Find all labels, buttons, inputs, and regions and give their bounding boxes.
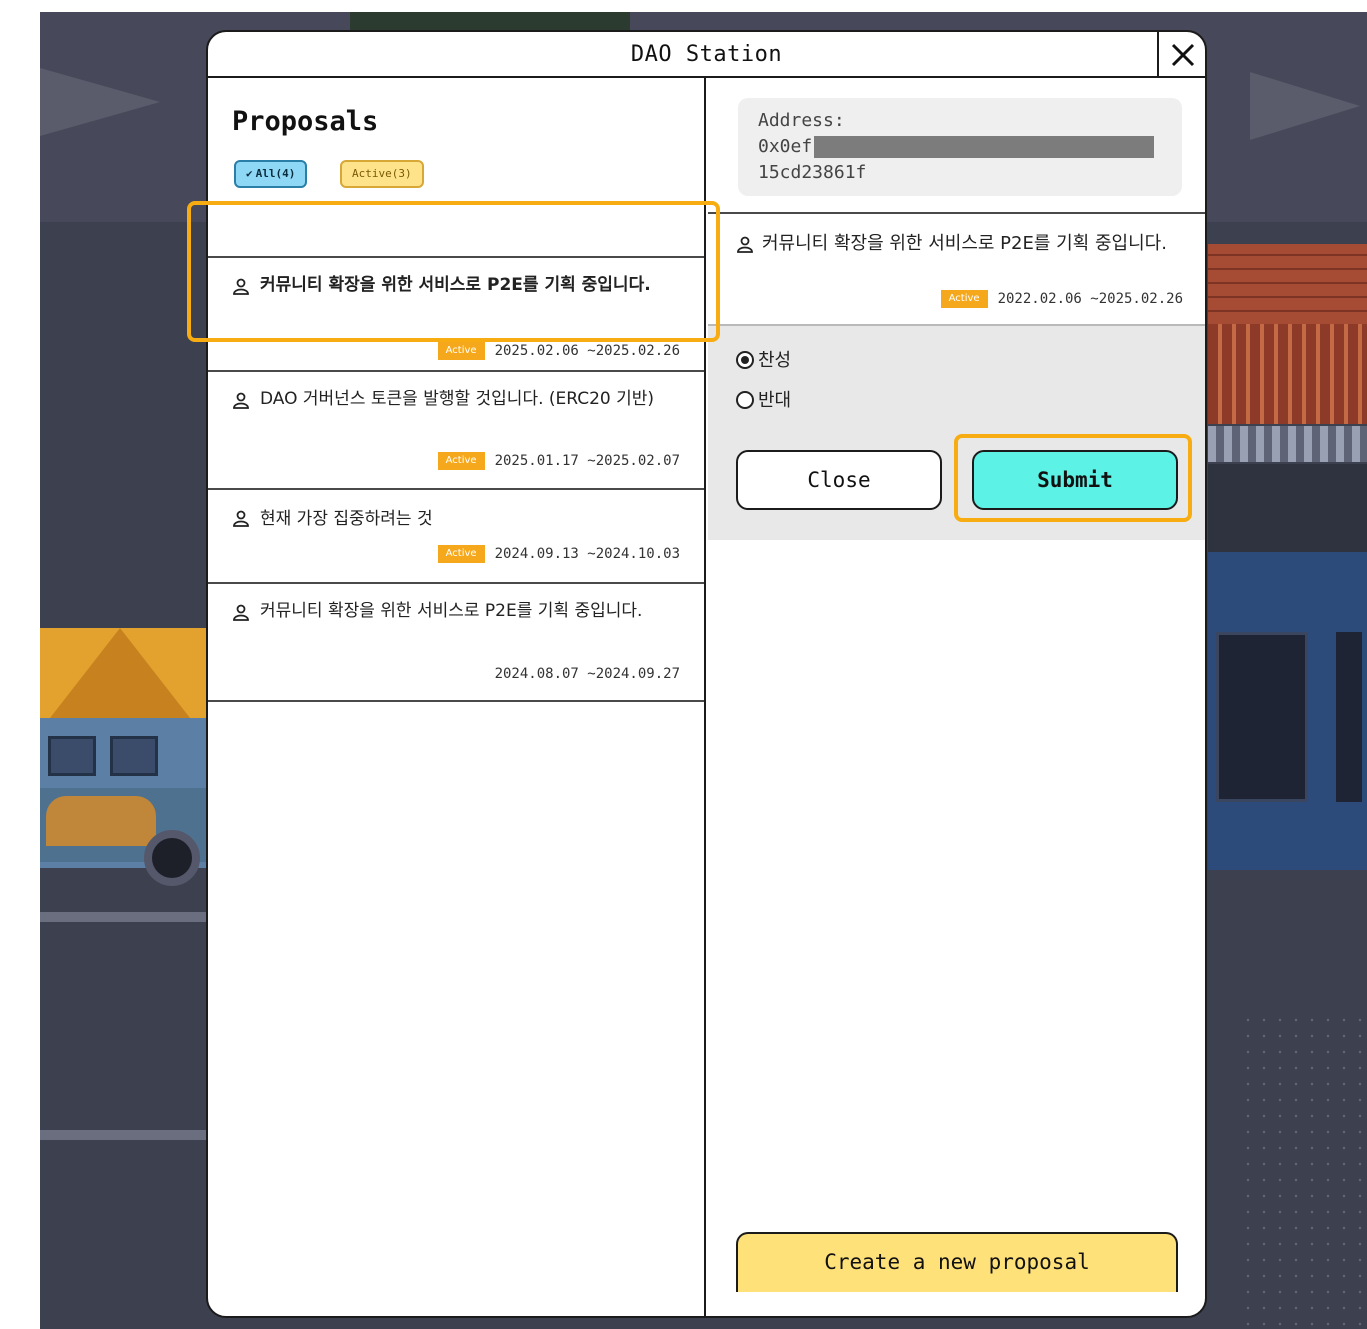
people-icon	[233, 510, 249, 527]
bg-bus-window	[110, 736, 158, 776]
proposal-title: DAO 거버넌스 토큰을 발행할 것입니다. (ERC20 기반)	[260, 389, 655, 409]
proposal-title: 커뮤니티 확장을 위한 서비스로 P2E를 기획 중입니다.	[260, 601, 643, 621]
vote-option-no[interactable]: 반대	[736, 386, 791, 412]
proposal-detail-pane: Address: 0x0ef 15cd23861f 커뮤니티 확장을 위한 서비…	[708, 78, 1205, 1316]
check-icon: ✔	[246, 167, 253, 180]
bg-road-line	[40, 912, 208, 922]
status-badge: Active	[437, 452, 485, 470]
address-suffix: 15cd23861f	[758, 162, 867, 183]
address-label: Address:	[758, 110, 845, 131]
vote-option-yes[interactable]: 찬성	[736, 346, 791, 372]
bg-road-line	[40, 1130, 208, 1140]
bg-dotted-floor	[1240, 1012, 1367, 1329]
people-icon	[233, 278, 249, 295]
dao-station-modal: DAO Station Proposals ✔ All(4) Active(3) …	[206, 30, 1207, 1318]
modal-header: DAO Station	[208, 32, 1205, 78]
bg-bus-window	[48, 736, 96, 776]
vote-panel: 찬성 반대 Close Submit	[708, 326, 1205, 540]
people-icon	[737, 236, 753, 253]
proposals-pane: Proposals ✔ All(4) Active(3) 커뮤니티 확장을 위한 …	[208, 78, 706, 1316]
address-line: 0x0ef	[758, 134, 1162, 160]
bg-brick-wall	[1208, 244, 1367, 324]
filter-active-chip[interactable]: Active(3)	[340, 160, 424, 188]
bg-server-rack-2	[1336, 632, 1362, 802]
radio-checked-icon	[736, 351, 754, 369]
status-badge: Active	[940, 290, 988, 308]
submit-button[interactable]: Submit	[972, 450, 1178, 510]
status-badge: Active	[437, 342, 485, 360]
bg-arrow-left	[40, 68, 160, 136]
proposal-period: 2025.02.06 ~2025.02.26	[494, 343, 680, 359]
proposal-title: 커뮤니티 확장을 위한 서비스로 P2E를 기획 중입니다.	[260, 275, 651, 295]
proposal-item[interactable]: 커뮤니티 확장을 위한 서비스로 P2E를 기획 중입니다. 2024.08.0…	[208, 584, 704, 702]
proposal-list: 커뮤니티 확장을 위한 서비스로 P2E를 기획 중입니다. Active 202…	[208, 256, 706, 702]
create-proposal-button[interactable]: Create a new proposal	[736, 1232, 1178, 1292]
proposal-item[interactable]: 현재 가장 집중하려는 것 Active 2024.09.13 ~2024.10.…	[208, 490, 704, 584]
modal-close-button[interactable]	[1157, 32, 1205, 78]
proposal-meta: Active 2024.09.13 ~2024.10.03	[437, 545, 680, 563]
bg-arrow-right	[1250, 72, 1360, 140]
proposal-period: 2025.01.17 ~2025.02.07	[494, 453, 680, 469]
bg-rooftop	[350, 12, 630, 30]
bg-bus-graffiti	[46, 796, 156, 846]
proposal-item[interactable]: 커뮤니티 확장을 위한 서비스로 P2E를 기획 중입니다. Active 202…	[208, 256, 704, 372]
people-icon	[233, 604, 249, 621]
bg-railing	[1208, 426, 1367, 462]
vote-option-label: 찬성	[758, 350, 792, 371]
bg-brick-pattern	[1208, 324, 1367, 424]
bg-bus-wheel	[144, 830, 200, 886]
proposal-period: 2024.08.07 ~2024.09.27	[494, 666, 680, 682]
vote-option-label: 반대	[758, 390, 792, 411]
proposal-period: 2024.09.13 ~2024.10.03	[494, 546, 680, 562]
proposal-item[interactable]: DAO 거버넌스 토큰을 발행할 것입니다. (ERC20 기반) Active…	[208, 372, 704, 490]
close-button[interactable]: Close	[736, 450, 942, 510]
radio-unchecked-icon	[736, 391, 754, 409]
selected-proposal-meta: Active 2022.02.06 ~2025.02.26	[940, 290, 1183, 308]
proposal-meta: 2024.08.07 ~2024.09.27	[495, 666, 680, 682]
filter-active-label: Active(3)	[352, 167, 412, 180]
proposals-heading: Proposals	[232, 106, 379, 137]
address-redaction	[814, 136, 1155, 158]
filter-all-chip[interactable]: ✔ All(4)	[234, 160, 308, 188]
selected-proposal-title: 커뮤니티 확장을 위한 서비스로 P2E를 기획 중입니다.	[762, 233, 1167, 254]
proposal-meta: Active 2025.01.17 ~2025.02.07	[437, 452, 680, 470]
bg-bus-roof-decor	[50, 628, 190, 718]
selected-proposal: 커뮤니티 확장을 위한 서비스로 P2E를 기획 중입니다. Active 202…	[708, 212, 1205, 326]
address-prefix: 0x0ef	[758, 136, 813, 157]
filter-all-label: All(4)	[255, 167, 296, 180]
people-icon	[233, 392, 249, 409]
status-badge: Active	[437, 545, 485, 563]
bg-shadow-band	[1208, 464, 1367, 554]
selected-proposal-period: 2022.02.06 ~2025.02.26	[997, 291, 1183, 307]
proposal-title: 현재 가장 집중하려는 것	[260, 509, 433, 529]
close-x-icon	[1171, 43, 1195, 67]
modal-title: DAO Station	[630, 42, 783, 67]
proposal-meta: Active 2025.02.06 ~2025.02.26	[437, 342, 680, 360]
bg-server-rack	[1216, 632, 1308, 802]
wallet-address-box: Address: 0x0ef 15cd23861f	[738, 98, 1182, 196]
